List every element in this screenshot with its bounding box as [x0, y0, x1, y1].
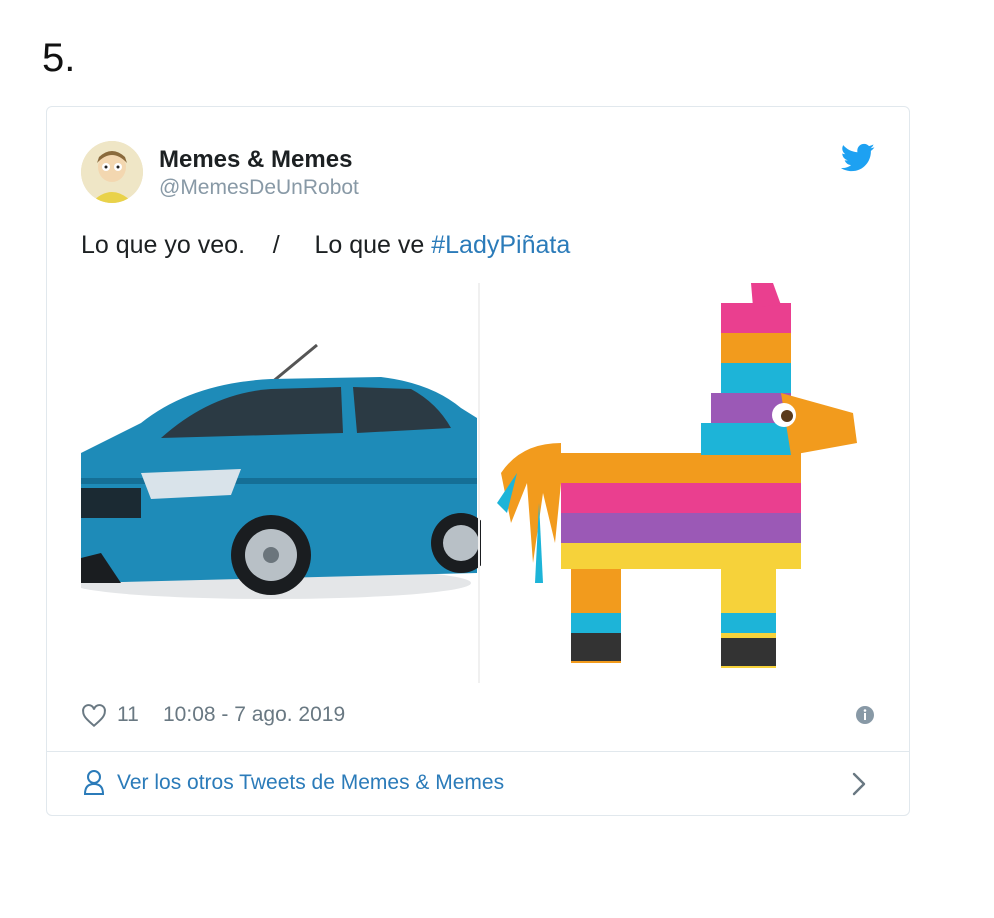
- person-icon: [83, 770, 105, 795]
- footer-divider: [47, 751, 909, 752]
- display-name[interactable]: Memes & Memes: [159, 146, 359, 174]
- tweet-footer: 11 10:08 - 7 ago. 2019: [81, 701, 875, 733]
- user-handle[interactable]: @MemesDeUnRobot: [159, 174, 359, 202]
- info-icon[interactable]: [855, 705, 875, 725]
- like-count[interactable]: 11: [117, 703, 139, 727]
- embedded-tweet-card[interactable]: Memes & Memes @MemesDeUnRobot Lo que yo …: [46, 106, 910, 816]
- list-number: 5.: [42, 36, 76, 80]
- pinata-image[interactable]: [481, 283, 877, 683]
- hashtag-link[interactable]: #LadyPiñata: [431, 231, 570, 259]
- heart-icon[interactable]: [81, 703, 107, 729]
- chevron-right-icon[interactable]: [851, 771, 867, 797]
- more-tweets-link[interactable]: Ver los otros Tweets de Memes & Memes: [81, 767, 875, 803]
- car-image[interactable]: [81, 283, 491, 683]
- avatar[interactable]: [81, 141, 143, 203]
- twitter-bird-icon[interactable]: [841, 143, 875, 173]
- tweet-text-plain: Lo que yo veo. / Lo que ve: [81, 231, 432, 259]
- tweet-text: Lo que yo veo. / Lo que ve #LadyPiñata: [81, 231, 570, 260]
- more-tweets-label[interactable]: Ver los otros Tweets de Memes & Memes: [117, 771, 504, 795]
- tweet-header: Memes & Memes @MemesDeUnRobot: [81, 141, 875, 207]
- author-names: Memes & Memes @MemesDeUnRobot: [159, 146, 359, 202]
- tweet-media[interactable]: [81, 283, 877, 683]
- timestamp[interactable]: 10:08 - 7 ago. 2019: [163, 703, 345, 727]
